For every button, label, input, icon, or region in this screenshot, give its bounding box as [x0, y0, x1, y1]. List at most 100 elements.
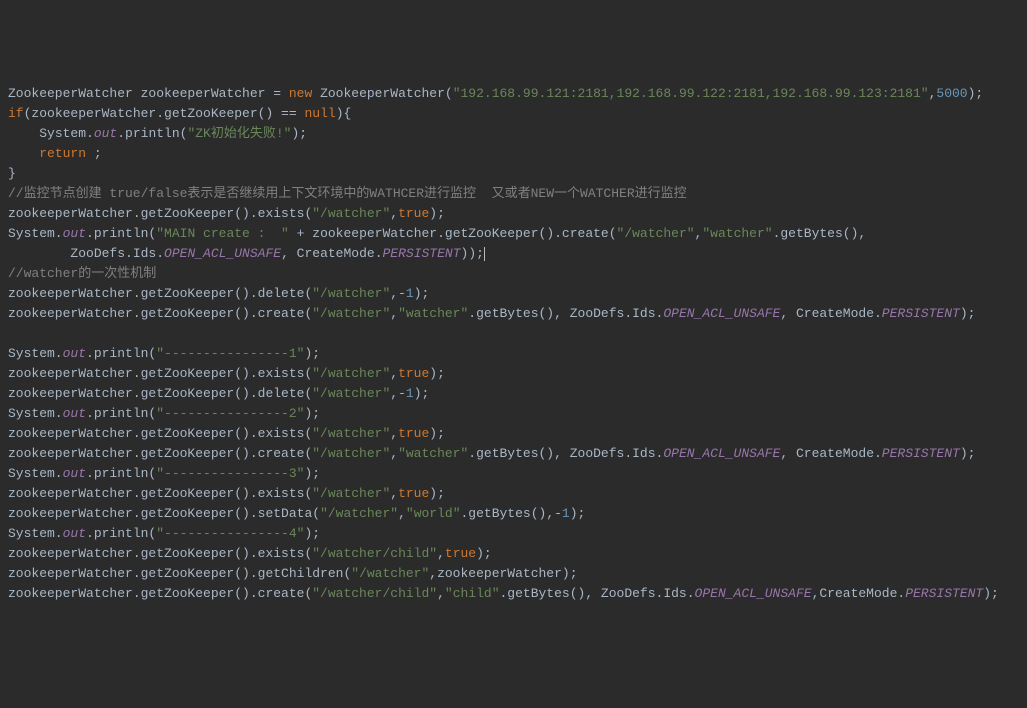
code-line[interactable]: zookeeperWatcher.getZooKeeper().delete("…: [8, 284, 1019, 304]
code-line[interactable]: zookeeperWatcher.getZooKeeper().exists("…: [8, 204, 1019, 224]
code-token: PERSISTENT: [882, 306, 960, 321]
code-token: );: [429, 366, 445, 381]
code-line[interactable]: return ;: [8, 144, 1019, 164]
code-token: out: [63, 226, 86, 241]
code-token: out: [63, 406, 86, 421]
code-token: );: [414, 386, 430, 401]
code-token: zookeeperWatcher.getZooKeeper().create(: [8, 446, 312, 461]
code-token: "child": [445, 586, 500, 601]
code-token: );: [960, 306, 976, 321]
code-token: true: [445, 546, 476, 561]
code-token: ,-: [390, 386, 406, 401]
code-line[interactable]: //监控节点创建 true/false表示是否继续用上下文环境中的WATHCER…: [8, 184, 1019, 204]
code-token: OPEN_ACL_UNSAFE: [663, 306, 780, 321]
code-line[interactable]: zookeeperWatcher.getZooKeeper().setData(…: [8, 504, 1019, 524]
code-line[interactable]: zookeeperWatcher.getZooKeeper().exists("…: [8, 364, 1019, 384]
code-token: ,CreateMode.: [812, 586, 906, 601]
code-token: zookeeperWatcher.getZooKeeper().delete(: [8, 386, 312, 401]
code-line[interactable]: zookeeperWatcher.getZooKeeper().create("…: [8, 444, 1019, 464]
code-token: ,: [390, 446, 398, 461]
code-token: "----------------1": [156, 346, 304, 361]
code-token: 1: [562, 506, 570, 521]
indent: [8, 146, 39, 161]
code-token: .getBytes(), ZooDefs.Ids.: [500, 586, 695, 601]
code-line[interactable]: zookeeperWatcher.getZooKeeper().exists("…: [8, 484, 1019, 504]
code-line[interactable]: System.out.println("ZK初始化失败!");: [8, 124, 1019, 144]
code-token: );: [960, 446, 976, 461]
code-token: System.: [39, 126, 94, 141]
code-token: );: [983, 586, 999, 601]
code-token: ,: [390, 486, 398, 501]
code-token: .println(: [86, 406, 156, 421]
code-token: out: [94, 126, 117, 141]
code-line[interactable]: System.out.println("----------------4");: [8, 524, 1019, 544]
code-token: );: [429, 426, 445, 441]
code-token: .println(: [86, 466, 156, 481]
code-token: ,: [390, 426, 398, 441]
code-token: .getBytes(), ZooDefs.Ids.: [468, 446, 663, 461]
code-token: );: [429, 486, 445, 501]
code-token: "/watcher": [312, 426, 390, 441]
code-token: zookeeperWatcher.getZooKeeper().exists(: [8, 546, 312, 561]
code-token: true: [398, 206, 429, 221]
code-line[interactable]: zookeeperWatcher.getZooKeeper().create("…: [8, 584, 1019, 604]
code-token: "/watcher": [312, 386, 390, 401]
code-token: "/watcher/child": [312, 546, 437, 561]
code-token: .println(: [86, 226, 156, 241]
code-token: zookeeperWatcher.getZooKeeper().create(: [8, 306, 312, 321]
code-token: out: [63, 526, 86, 541]
code-line[interactable]: //watcher的一次性机制: [8, 264, 1019, 284]
code-line[interactable]: zookeeperWatcher.getZooKeeper().delete("…: [8, 384, 1019, 404]
code-line[interactable]: }: [8, 164, 1019, 184]
code-token: System.: [8, 226, 63, 241]
code-token: "/watcher": [320, 506, 398, 521]
code-token: ,zookeeperWatcher);: [429, 566, 577, 581]
code-token: PERSISTENT: [383, 246, 461, 261]
code-token: "/watcher": [312, 366, 390, 381]
code-line[interactable]: if(zookeeperWatcher.getZooKeeper() == nu…: [8, 104, 1019, 124]
code-token: zookeeperWatcher.getZooKeeper().exists(: [8, 366, 312, 381]
code-line[interactable]: zookeeperWatcher.getZooKeeper().exists("…: [8, 544, 1019, 564]
code-token: return: [39, 146, 94, 161]
code-token: );: [570, 506, 586, 521]
code-token: zookeeperWatcher.getZooKeeper().exists(: [8, 206, 312, 221]
code-token: System.: [8, 466, 63, 481]
code-token: , CreateMode.: [780, 446, 881, 461]
code-line[interactable]: ZookeeperWatcher zookeeperWatcher = new …: [8, 84, 1019, 104]
code-token: ZooDefs.Ids.: [70, 246, 164, 261]
code-token: ){: [336, 106, 352, 121]
code-line[interactable]: System.out.println("----------------1");: [8, 344, 1019, 364]
code-token: "/watcher": [312, 286, 390, 301]
code-token: "----------------4": [156, 526, 304, 541]
code-token: (zookeeperWatcher.getZooKeeper() ==: [24, 106, 305, 121]
text-cursor: [484, 247, 485, 261]
code-token: zookeeperWatcher.getZooKeeper().setData(: [8, 506, 320, 521]
code-line[interactable]: zookeeperWatcher.getZooKeeper().exists("…: [8, 424, 1019, 444]
code-token: }: [8, 166, 16, 181]
code-line[interactable]: [8, 324, 1019, 344]
code-token: PERSISTENT: [882, 446, 960, 461]
code-line[interactable]: zookeeperWatcher.getZooKeeper().create( "…: [8, 304, 1019, 324]
code-token: );: [304, 466, 320, 481]
indent: [8, 126, 39, 141]
code-token: System.: [8, 346, 63, 361]
code-token: + zookeeperWatcher.getZooKeeper().create…: [297, 226, 617, 241]
code-token: );: [304, 526, 320, 541]
code-editor[interactable]: ZookeeperWatcher zookeeperWatcher = new …: [8, 84, 1019, 604]
code-token: "watcher": [398, 306, 468, 321]
code-token: if: [8, 106, 24, 121]
code-line[interactable]: System.out.println("MAIN create : " + zo…: [8, 224, 1019, 244]
code-token: "/watcher": [312, 486, 390, 501]
code-token: OPEN_ACL_UNSAFE: [663, 446, 780, 461]
code-token: "192.168.99.121:2181,192.168.99.122:2181…: [453, 86, 929, 101]
code-token: "/watcher": [617, 226, 695, 241]
code-line[interactable]: ZooDefs.Ids.OPEN_ACL_UNSAFE, CreateMode.…: [8, 244, 1019, 264]
code-line[interactable]: System.out.println("----------------2");: [8, 404, 1019, 424]
code-token: ,: [390, 206, 398, 221]
code-token: .getBytes(),-: [461, 506, 562, 521]
code-line[interactable]: zookeeperWatcher.getZooKeeper().getChild…: [8, 564, 1019, 584]
code-line[interactable]: System.out.println("----------------3");: [8, 464, 1019, 484]
code-token: );: [414, 286, 430, 301]
code-token: ,: [437, 586, 445, 601]
code-token: ,-: [390, 286, 406, 301]
